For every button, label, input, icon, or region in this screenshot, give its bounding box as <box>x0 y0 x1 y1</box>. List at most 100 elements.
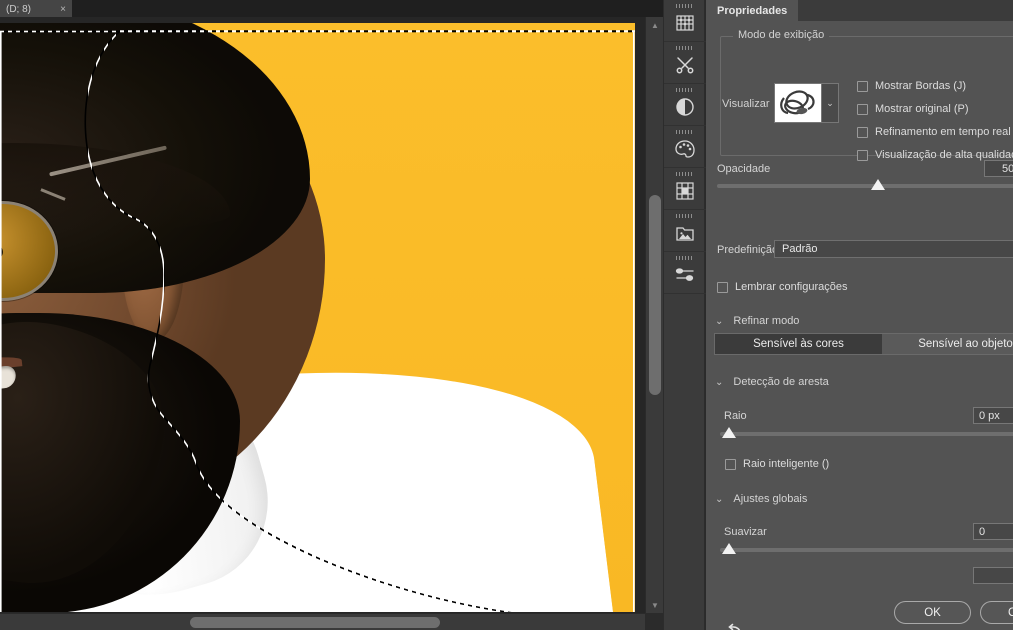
section-refinar-modo[interactable]: ⌄ Refinar modo <box>715 315 799 327</box>
chevron-down-icon: ⌄ <box>715 376 724 388</box>
checkbox-box[interactable] <box>725 458 736 470</box>
checkbox-label: Mostrar Bordas (J) <box>875 80 967 92</box>
smooth-slider-track[interactable] <box>720 548 1013 552</box>
dock-button-tools[interactable] <box>664 42 706 84</box>
tools-icon <box>674 54 696 76</box>
checkbox-mostrar-original[interactable]: Mostrar original (P) <box>857 103 969 115</box>
drag-grip-icon[interactable] <box>676 256 694 260</box>
ok-button-label: OK <box>924 606 941 619</box>
display-mode-group-title: Modo de exibição <box>733 29 830 41</box>
preview-thumbnail[interactable] <box>774 83 822 123</box>
artboard[interactable] <box>0 23 635 613</box>
adjustments-icon <box>674 96 696 118</box>
preview-label: Visualizar <box>722 98 770 110</box>
checkbox-box[interactable] <box>717 281 728 293</box>
opacity-value: 50% <box>1001 162 1013 175</box>
smooth-slider-thumb[interactable] <box>722 543 736 554</box>
dock-button-brush-settings[interactable] <box>664 252 706 294</box>
document-tab-strip: (D; 8) × <box>0 0 663 17</box>
segment-label: Sensível ao objeto <box>918 338 1013 350</box>
tab-propriedades-label: Propriedades <box>717 4 788 17</box>
photo-eye <box>0 242 3 262</box>
swatches-icon <box>674 138 696 160</box>
reset-icon[interactable] <box>726 622 746 630</box>
smooth-value: 0 <box>979 525 986 538</box>
section-deteccao-de-aresta[interactable]: ⌄ Detecção de aresta <box>715 376 829 388</box>
checkbox-label: Mostrar original (P) <box>875 103 969 115</box>
preset-label: Predefinição <box>717 244 779 256</box>
radius-value-field[interactable]: 0 px <box>973 407 1013 424</box>
segment-sensivel-as-cores[interactable]: Sensível às cores <box>715 334 882 354</box>
scroll-down-icon[interactable]: ▼ <box>646 597 664 613</box>
checkbox-box[interactable] <box>857 103 868 115</box>
drag-grip-icon[interactable] <box>676 214 694 218</box>
checkbox-box[interactable] <box>857 80 868 92</box>
vertical-scrollbar-thumb[interactable] <box>649 195 661 395</box>
cancel-button[interactable]: Can <box>980 601 1013 624</box>
properties-panel: Propriedades Modo de exibição Visualizar <box>706 0 1013 630</box>
section-deteccao-de-aresta-label: Detecção de aresta <box>733 376 829 388</box>
radius-value: 0 px <box>979 409 1000 422</box>
canvas-vertical-scrollbar[interactable]: ▲ ▼ <box>645 17 663 613</box>
drag-grip-icon[interactable] <box>676 4 694 8</box>
ok-button[interactable]: OK <box>894 601 971 624</box>
checkbox-mostrar-bordas[interactable]: Mostrar Bordas (J) <box>857 80 966 92</box>
section-refinar-modo-label: Refinar modo <box>733 315 800 327</box>
section-ajustes-globais[interactable]: ⌄ Ajustes globais <box>715 493 807 505</box>
chevron-down-icon: ⌄ <box>826 97 834 108</box>
radius-slider-track[interactable] <box>720 432 1013 436</box>
histogram-icon <box>674 12 696 34</box>
checkbox-raio-inteligente[interactable]: Raio inteligente () <box>725 458 829 470</box>
dock-button-libraries[interactable] <box>664 210 706 252</box>
drag-grip-icon[interactable] <box>676 88 694 92</box>
checkbox-lembrar-configuracoes[interactable]: Lembrar configurações <box>717 281 848 293</box>
segment-label: Sensível às cores <box>753 338 844 350</box>
brush-settings-icon <box>674 264 696 286</box>
drag-grip-icon[interactable] <box>676 46 694 50</box>
drag-grip-icon[interactable] <box>676 172 694 176</box>
preset-dropdown[interactable]: Padrão <box>774 240 1013 258</box>
close-icon[interactable]: × <box>60 4 66 15</box>
smooth-value-field[interactable]: 0 <box>973 523 1013 540</box>
checkbox-box[interactable] <box>857 126 868 138</box>
dock-button-patterns[interactable] <box>664 168 706 210</box>
photoshop-select-and-mask-window: (D; 8) × ▲ ▼ Propriedades Modo de exibiç… <box>0 0 1013 630</box>
document-tab-label: (D; 8) <box>6 4 31 15</box>
opacity-slider-thumb[interactable] <box>871 179 885 190</box>
panel-tab-bar: Propriedades <box>706 0 1013 21</box>
segment-sensivel-ao-objeto[interactable]: Sensível ao objeto <box>882 334 1013 354</box>
checkbox-label: Refinamento em tempo real <box>875 126 1011 138</box>
chevron-down-icon: ⌄ <box>715 315 724 327</box>
properties-panel-body: Modo de exibição Visualizar ⌄ Mostrar Bo… <box>706 21 1013 630</box>
document-tab[interactable]: (D; 8) × <box>0 0 72 17</box>
tab-propriedades[interactable]: Propriedades <box>706 0 799 21</box>
canvas-horizontal-scrollbar[interactable] <box>0 613 645 630</box>
canvas-area[interactable] <box>0 17 645 613</box>
checkbox-label: Lembrar configurações <box>735 281 848 293</box>
dock-button-histogram[interactable] <box>664 0 706 42</box>
libraries-icon <box>674 222 696 244</box>
checkbox-box[interactable] <box>857 149 868 161</box>
opacity-label: Opacidade <box>717 163 771 175</box>
checkbox-label: Raio inteligente () <box>743 458 830 470</box>
patterns-icon <box>674 180 696 202</box>
opacity-slider-track[interactable] <box>717 184 1013 188</box>
dock-button-adjustments[interactable] <box>664 84 706 126</box>
refine-mode-segmented-control[interactable]: Sensível às cores Sensível ao objeto <box>714 333 1013 355</box>
chevron-down-icon: ⌄ <box>715 493 724 505</box>
feather-value-field[interactable] <box>973 567 1013 584</box>
radius-slider-thumb[interactable] <box>722 427 736 438</box>
display-mode-group: Modo de exibição <box>720 29 1013 156</box>
radius-label: Raio <box>724 410 747 422</box>
dock-button-swatches[interactable] <box>664 126 706 168</box>
smooth-label: Suavizar <box>724 526 767 538</box>
cancel-button-label: Can <box>1007 606 1013 619</box>
scroll-up-icon[interactable]: ▲ <box>646 17 664 33</box>
section-ajustes-globais-label: Ajustes globais <box>733 493 808 505</box>
horizontal-scrollbar-thumb[interactable] <box>190 617 440 628</box>
checkbox-refinamento-tempo-real[interactable]: Refinamento em tempo real <box>857 126 1011 138</box>
panel-dock-rail <box>663 0 706 630</box>
drag-grip-icon[interactable] <box>676 130 694 134</box>
preview-dropdown-caret[interactable]: ⌄ <box>822 83 839 123</box>
opacity-value-field[interactable]: 50% <box>984 160 1013 177</box>
